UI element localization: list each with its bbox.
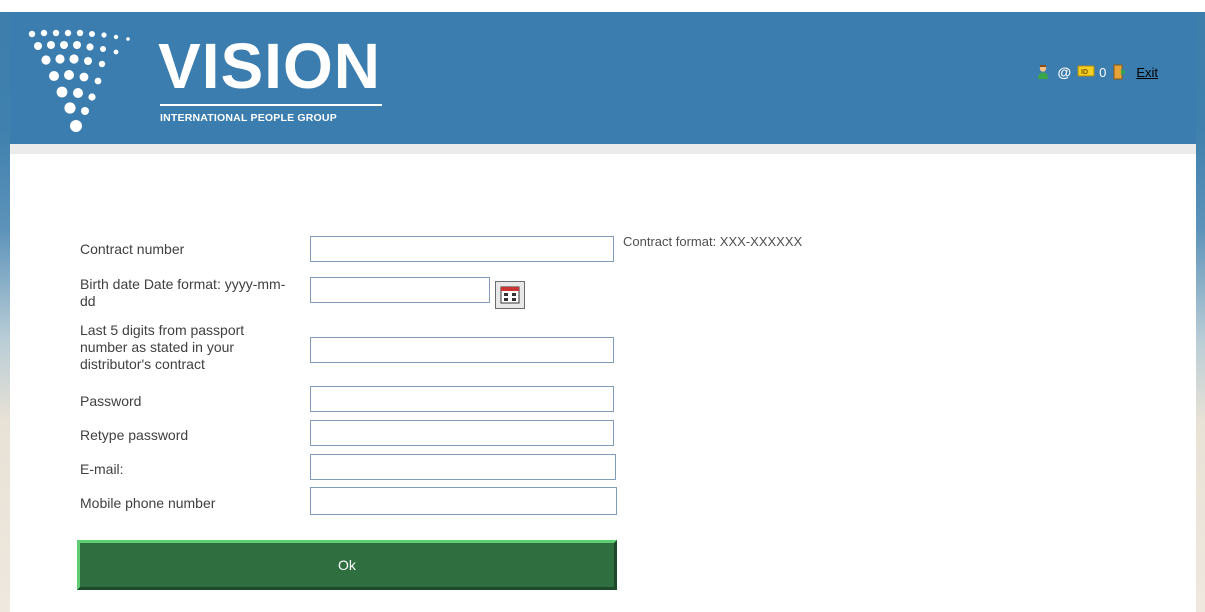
- logo-tagline: INTERNATIONAL PEOPLE GROUP: [160, 112, 337, 124]
- header-toolbar: @ ID 0 Exit: [1035, 64, 1158, 80]
- user-icon[interactable]: [1035, 64, 1051, 80]
- password-input[interactable]: [310, 386, 614, 412]
- logo-divider: [160, 104, 382, 106]
- mobile-phone-label: Mobile phone number: [80, 495, 216, 511]
- exit-link[interactable]: Exit: [1136, 65, 1158, 80]
- logo-dots-icon: [28, 29, 130, 132]
- calendar-icon: [500, 286, 520, 304]
- contract-number-label: Contract number: [80, 241, 185, 257]
- email-icon[interactable]: @: [1057, 64, 1071, 80]
- mobile-phone-input[interactable]: [310, 487, 617, 515]
- calendar-button[interactable]: [495, 281, 525, 309]
- passport-digits-label: Last 5 digits from passport number as st…: [80, 322, 245, 372]
- contract-format-hint: Contract format: XXX-XXXXXX: [623, 234, 803, 249]
- registration-panel: Contract number Contract format: XXX-XXX…: [10, 144, 1196, 612]
- passport-digits-input[interactable]: [310, 337, 614, 363]
- password-label: Password: [80, 393, 142, 409]
- email-label: E-mail:: [80, 461, 124, 477]
- ok-button[interactable]: Ok: [77, 540, 617, 590]
- birth-date-input[interactable]: [310, 277, 490, 303]
- id-card-icon[interactable]: ID: [1077, 64, 1095, 80]
- site-header: VISION INTERNATIONAL PEOPLE GROUP @ ID 0…: [10, 12, 1196, 144]
- retype-password-input[interactable]: [310, 420, 614, 446]
- id-count: 0: [1099, 64, 1107, 80]
- email-input[interactable]: [310, 454, 616, 480]
- exit-door-icon[interactable]: [1112, 64, 1128, 80]
- birth-date-label: Birth date Date format: yyyy-mm-dd: [80, 276, 286, 309]
- retype-password-label: Retype password: [80, 427, 189, 443]
- svg-text:ID: ID: [1081, 69, 1088, 76]
- registration-form: Contract number Contract format: XXX-XXX…: [10, 154, 1196, 612]
- logo-wordmark: VISION: [158, 30, 381, 102]
- contract-number-input[interactable]: [310, 236, 614, 262]
